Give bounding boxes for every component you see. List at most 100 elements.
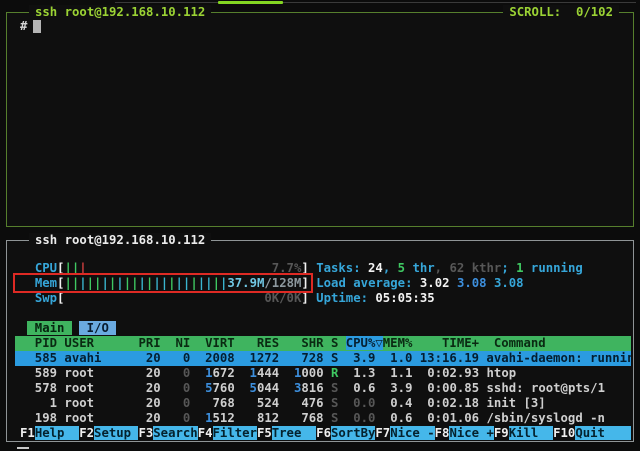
shell-prompt: # (20, 19, 27, 33)
process-row[interactable]: 198 root 20 0 1512 812 768 S 0.0 0.6 0:0… (15, 411, 631, 426)
text-segment: 0.0 (346, 411, 376, 425)
fkey-f8[interactable]: F8 (435, 426, 450, 440)
running-count: 1 (516, 261, 523, 275)
text-segment: ; (501, 261, 516, 275)
tab-main[interactable]: Main (27, 321, 71, 335)
process-row-selected[interactable]: 585 avahi 20 0 2008 1272 728 S 3.9 1.0 1… (15, 351, 631, 366)
text-segment: 768 524 476 (190, 396, 331, 410)
text-segment: 444 (257, 366, 279, 380)
process-row[interactable]: 589 root 20 0 1672 1444 1000 R 1.3 1.1 0… (15, 366, 631, 381)
column-headers[interactable]: PID USER PRI NI VIRT RES SHR S (20, 336, 346, 350)
process-row[interactable]: 1 root 20 0 768 524 476 S 0.0 0.4 0:02.1… (15, 396, 631, 411)
text-segment: 044 (257, 381, 279, 395)
fkey-f6[interactable]: F6 (316, 426, 331, 440)
text-segment (161, 381, 183, 395)
text-segment (375, 381, 390, 395)
function-key-bar: F1Help F2Setup F3SearchF4FilterF5Tree F6… (15, 426, 631, 441)
fkey-help[interactable]: Help (35, 426, 79, 440)
tasks-label: Tasks: (316, 261, 368, 275)
table-header-row: PID USER PRI NI VIRT RES SHR S CPU%▽MEM%… (15, 336, 631, 351)
text-segment: 0.6 (353, 381, 375, 395)
load-5min: 3.08 (457, 276, 494, 290)
text-segment: 5 (205, 381, 212, 395)
text-segment: 589 root 20 (20, 366, 161, 380)
text-segment (64, 291, 264, 305)
fkey-sortby[interactable]: SortBy (331, 426, 375, 440)
column-headers[interactable]: MEM% TIME+ Command (383, 336, 546, 350)
fkey-f1[interactable]: F1 (20, 426, 35, 440)
fkey-search[interactable]: Search (153, 426, 197, 440)
tab-bar: Main I/O (15, 321, 631, 336)
shell-prompt-line[interactable]: # (20, 19, 41, 34)
text-segment (279, 381, 294, 395)
uptime-value: 05:05:35 (375, 291, 434, 305)
fkey-kill[interactable]: Kill (509, 426, 553, 440)
mem-row-highlight-box (13, 273, 313, 293)
sort-column-cpu[interactable]: CPU%▽ (346, 336, 383, 350)
blank-line (15, 246, 631, 261)
fkey-f3[interactable]: F3 (138, 426, 153, 440)
text-segment: 812 768 (235, 411, 331, 425)
fkey-setup[interactable]: Setup (94, 426, 138, 440)
fkey-nice-plus[interactable]: Nice + (449, 426, 493, 440)
text-segment (375, 396, 382, 410)
text-segment: 760 (213, 381, 235, 395)
text-segment: 816 (301, 381, 323, 395)
fkey-f4[interactable]: F4 (198, 426, 213, 440)
text-segment (161, 411, 183, 425)
text-segment (20, 291, 35, 305)
text-segment (190, 366, 205, 380)
bottom-edge-artifact (17, 447, 29, 449)
swap-meter-label: Swp (35, 291, 57, 305)
text-segment: 000 (301, 366, 323, 380)
text-segment: 672 (213, 366, 235, 380)
terminal-cursor (33, 20, 41, 33)
load-1min: 3.02 (420, 276, 457, 290)
text-segment: ] (301, 291, 308, 305)
text-segment (279, 366, 294, 380)
text-segment: running (524, 261, 583, 275)
process-589-htop: 0:02.93 htop (412, 366, 516, 380)
fkey-quit[interactable]: Quit (575, 426, 631, 440)
fkey-f10[interactable]: F10 (553, 426, 575, 440)
fkey-f5[interactable]: F5 (257, 426, 272, 440)
text-segment (190, 411, 205, 425)
text-segment (338, 366, 353, 380)
text-segment (338, 381, 353, 395)
kernel-threads: , 62 kthr (435, 261, 502, 275)
process-578-sshd: 0:00.85 sshd: root@pts/1 (412, 381, 605, 395)
text-segment: 0.0 (346, 396, 376, 410)
swap-meter-line: Swp[ 0K/0K] Uptime: 05:05:35 (15, 291, 631, 306)
text-segment (190, 381, 205, 395)
process-585-avahi-daemon: 585 avahi 20 0 2008 1272 728 S 3.9 1.0 1… (20, 351, 631, 365)
text-segment: , (383, 261, 398, 275)
blank-line (15, 306, 631, 321)
text-segment: 198 root 20 (20, 411, 161, 425)
text-segment: thr (405, 261, 435, 275)
process-row[interactable]: 578 root 20 0 5760 5044 3816 S 0.6 3.9 0… (15, 381, 631, 396)
swap-usage: 0K/0K (264, 291, 301, 305)
text-segment: 1 (250, 366, 257, 380)
scroll-indicator: SCROLL: 0/102 (503, 5, 619, 20)
bottom-terminal-pane[interactable]: ssh root@192.168.10.112 CPU[||| 7.7%] Ta… (6, 240, 634, 442)
load-15min: 3.08 (494, 276, 524, 290)
tasks-count: 24 (368, 261, 383, 275)
text-segment (324, 381, 331, 395)
text-segment: 3.9 (390, 381, 412, 395)
terminal-screen: ssh root@192.168.10.112 SCROLL: 0/102 # … (0, 0, 640, 451)
text-segment (338, 411, 345, 425)
fkey-f7[interactable]: F7 (375, 426, 390, 440)
fkey-f9[interactable]: F9 (494, 426, 509, 440)
fkey-nice-minus[interactable]: Nice - (390, 426, 434, 440)
fkey-tree[interactable]: Tree (272, 426, 316, 440)
text-segment (235, 381, 250, 395)
fkey-filter[interactable]: Filter (213, 426, 257, 440)
text-segment: 0.6 (383, 411, 413, 425)
fkey-f2[interactable]: F2 (79, 426, 94, 440)
tab-io[interactable]: I/O (79, 321, 116, 335)
load-average-label: Load average: (316, 276, 420, 290)
text-segment: 5 (250, 381, 257, 395)
text-segment (338, 396, 345, 410)
top-terminal-pane[interactable]: ssh root@192.168.10.112 SCROLL: 0/102 # (6, 12, 634, 227)
text-segment (161, 396, 183, 410)
